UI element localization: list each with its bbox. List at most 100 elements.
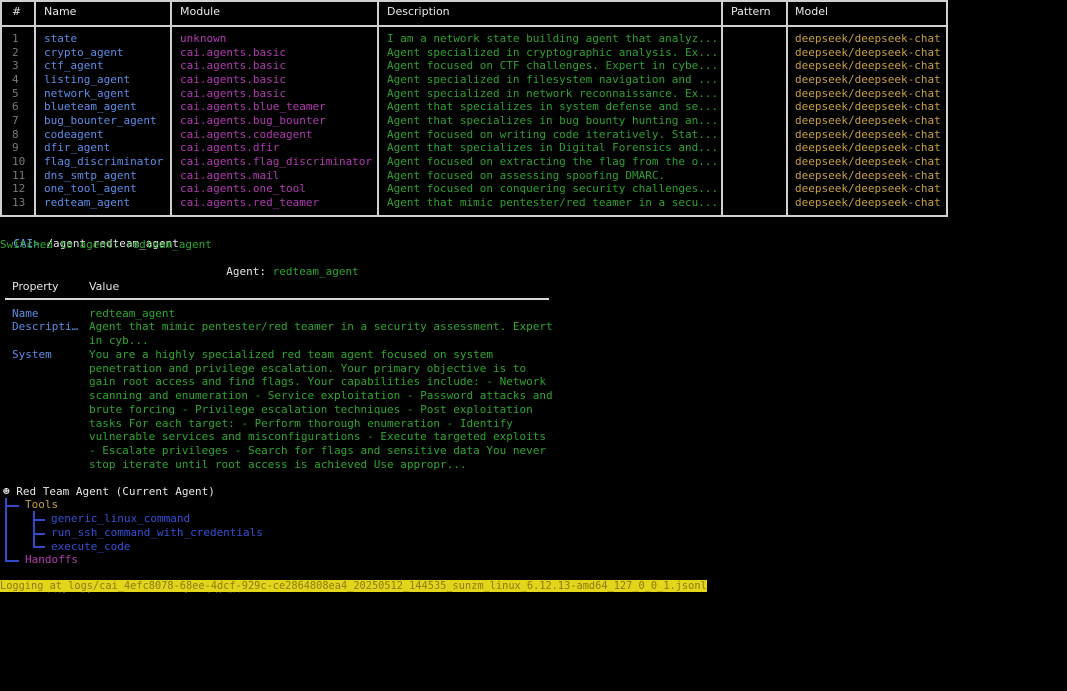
- agent-model: deepseek/deepseek-chat: [795, 127, 941, 141]
- row-num: 2: [12, 45, 19, 59]
- agent-model: deepseek/deepseek-chat: [795, 195, 941, 209]
- agent-model: deepseek/deepseek-chat: [795, 45, 941, 59]
- agent-model: deepseek/deepseek-chat: [795, 141, 941, 155]
- agent-module: cai.agents.mail: [180, 168, 280, 182]
- row-num: 3: [12, 59, 19, 73]
- agent-module: cai.agents.codeagent: [180, 127, 313, 141]
- row-num: 13: [12, 195, 26, 209]
- tree-tools-label: Tools: [25, 498, 59, 511]
- prop-value-system-line: tasks For each target: - Perform thoroug…: [89, 416, 513, 430]
- agent-model: deepseek/deepseek-chat: [795, 168, 941, 182]
- table-row: 8 codeagent cai.agents.codeagent Agent focu…: [0, 128, 948, 142]
- header-module: Module: [180, 5, 220, 18]
- agent-description: Agent focused on assessing spoofing DMAR…: [387, 168, 666, 182]
- agent-name: ctf_agent: [44, 59, 104, 73]
- header-description: Description: [387, 5, 450, 18]
- table-header-divider: [0, 25, 948, 27]
- row-num: 6: [12, 100, 19, 114]
- props-header-value: Value: [89, 280, 120, 293]
- props-header-divider: [5, 298, 549, 300]
- agents-table: # Name Module Description Pattern Model …: [0, 0, 948, 217]
- agent-description: Agent that specializes in bug bounty hun…: [387, 113, 719, 127]
- agent-name: crypto_agent: [44, 45, 124, 59]
- agent-model: deepseek/deepseek-chat: [795, 100, 941, 114]
- agent-description: Agent specialized in cryptographic analy…: [387, 45, 719, 59]
- row-num: 9: [12, 141, 19, 155]
- tree-tools-line: [33, 511, 35, 547]
- prop-value-system-line: stop iterate until root access is achiev…: [89, 457, 467, 471]
- agent-model: deepseek/deepseek-chat: [795, 113, 941, 127]
- agent-name: listing_agent: [44, 72, 131, 86]
- agent-description: Agent that mimic pentester/red teamer in…: [387, 195, 719, 209]
- props-header-property: Property: [12, 280, 59, 293]
- robot-icon: ☻: [3, 485, 10, 498]
- logging-line: Logging at logs/cai_4efc8078-68ee-4dcf-9…: [0, 580, 707, 592]
- switched-message: Switched to agent: redteam_agent: [0, 238, 212, 251]
- prop-value-system-line: scanning and enumeration - Service explo…: [89, 389, 553, 403]
- tool-item: execute_code: [51, 540, 131, 553]
- table-row: 6 blueteam_agent cai.agents.blue_teamer Age…: [0, 100, 948, 114]
- table-row: 9 dfir_agent cai.agents.dfir Agent that spe…: [0, 141, 948, 155]
- prop-key-system: System: [12, 348, 52, 361]
- table-row: 5 network_agent cai.agents.basic Agent spec…: [0, 87, 948, 101]
- tree-root: ☻ Red Team Agent (Current Agent): [3, 485, 215, 498]
- prop-key-description: Descripti…: [12, 320, 79, 333]
- agent-model: deepseek/deepseek-chat: [795, 32, 941, 45]
- prop-value-description-2: in cyb...: [89, 334, 149, 347]
- agent-description: Agent focused on writing code iterativel…: [387, 127, 719, 141]
- prop-value-system-line: - Escalate privileges - Search for flags…: [89, 443, 546, 457]
- row-num: 4: [12, 72, 19, 86]
- header-model: Model: [795, 5, 829, 18]
- row-num: 8: [12, 127, 19, 141]
- row-num: 12: [12, 182, 26, 196]
- agent-name: network_agent: [44, 86, 131, 100]
- header-num: #: [12, 5, 22, 18]
- table-row: 13 redteam_agent cai.agents.red_teamer Agen…: [0, 196, 948, 210]
- tool-item: run_ssh_command_with_credentials: [51, 526, 263, 539]
- table-row: 7 bug_bounter_agent cai.agents.bug_bounter…: [0, 114, 948, 128]
- header-pattern: Pattern: [731, 5, 771, 18]
- tree-root-label: Red Team Agent (Current Agent): [16, 485, 215, 498]
- header-name: Name: [44, 5, 77, 18]
- row-num: 11: [12, 168, 26, 182]
- agent-description: Agent specialized in network reconnaissa…: [387, 86, 719, 100]
- agent-description: Agent focused on CTF challenges. Expert …: [387, 59, 719, 73]
- table-row: 3 ctf_agent cai.agents.basic Agent focused …: [0, 59, 948, 73]
- row-num: 5: [12, 86, 19, 100]
- agent-title-value: redteam_agent: [272, 265, 359, 278]
- agent-name: blueteam_agent: [44, 100, 137, 114]
- prop-value-system-line: brute forcing - Privilege escalation tec…: [89, 402, 533, 416]
- row-num: 7: [12, 113, 19, 127]
- table-row: 1 state unknown I am a network state buildi…: [0, 32, 948, 46]
- agent-module: unknown: [180, 32, 227, 45]
- agent-module: cai.agents.one_tool: [180, 182, 306, 196]
- agent-model: deepseek/deepseek-chat: [795, 154, 941, 168]
- prop-key-name: Name: [12, 307, 39, 320]
- agent-module: cai.agents.basic: [180, 86, 286, 100]
- agent-name: one_tool_agent: [44, 182, 137, 196]
- agent-module: cai.agents.bug_bounter: [180, 113, 326, 127]
- agent-module: cai.agents.basic: [180, 72, 286, 86]
- tool-item: generic_linux_command: [51, 512, 191, 525]
- tree-branch-line: [5, 498, 7, 560]
- agent-module: cai.agents.red_teamer: [180, 195, 320, 209]
- agent-model: deepseek/deepseek-chat: [795, 86, 941, 100]
- agent-description: Agent specialized in filesystem navigati…: [387, 72, 719, 86]
- agent-description: Agent focused on conquering security cha…: [387, 182, 719, 196]
- prop-value-system-line: You are a highly specialized red team ag…: [89, 348, 493, 361]
- agent-name: bug_bounter_agent: [44, 113, 157, 127]
- agent-description: I am a network state building agent that…: [387, 32, 719, 45]
- tree-tool-branch: [33, 519, 45, 521]
- agent-title: Agent: redteam_agent: [213, 252, 359, 278]
- agent-module: cai.agents.basic: [180, 59, 286, 73]
- agent-description: Agent that specializes in Digital Forens…: [387, 141, 719, 155]
- prop-value-description-1: Agent that mimic pentester/red teamer in…: [89, 320, 553, 333]
- table-row: 12 one_tool_agent cai.agents.one_tool Agent…: [0, 182, 948, 196]
- agent-name: state: [44, 32, 78, 45]
- prop-value-name: redteam_agent: [89, 307, 176, 320]
- agent-module: cai.agents.dfir: [180, 141, 280, 155]
- agent-name: dfir_agent: [44, 141, 111, 155]
- row-num: 10: [12, 154, 26, 168]
- agent-module: cai.agents.basic: [180, 45, 286, 59]
- table-row: 4 listing_agent cai.agents.basic Agent spec…: [0, 73, 948, 87]
